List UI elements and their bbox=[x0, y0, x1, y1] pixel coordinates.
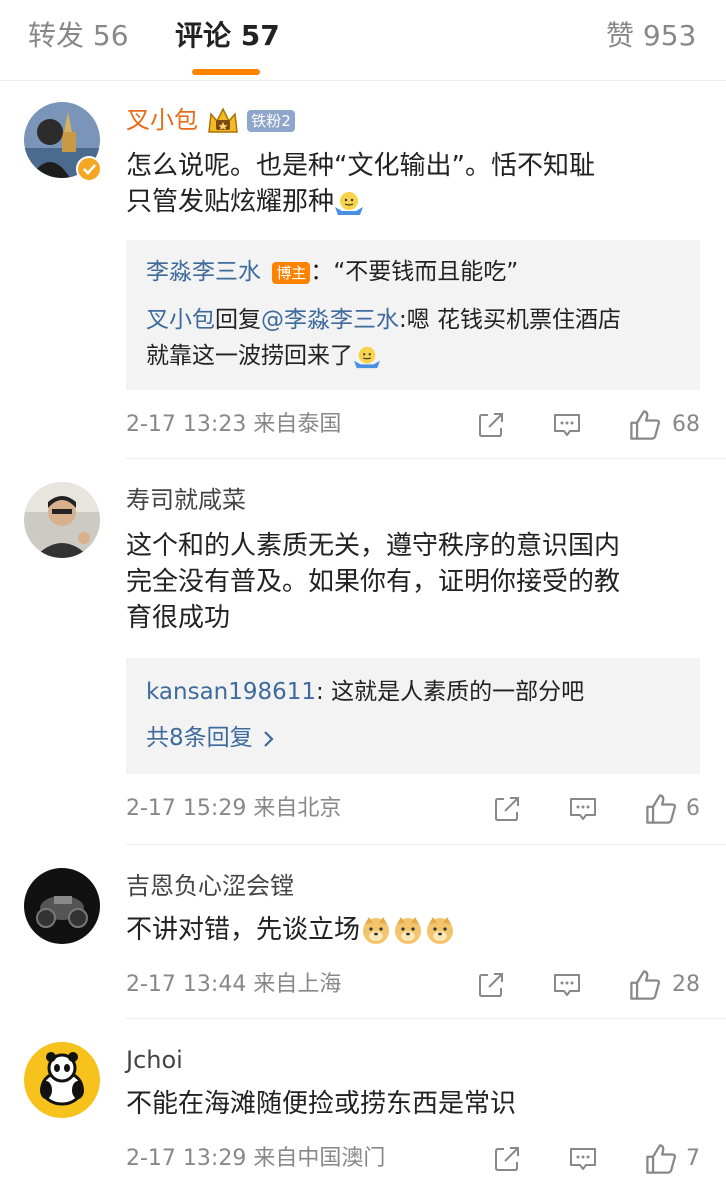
comment-username[interactable]: Jchoi bbox=[126, 1044, 183, 1076]
comment-icon[interactable] bbox=[552, 970, 582, 1000]
like-icon[interactable] bbox=[628, 968, 662, 1002]
comment-username[interactable]: 寿司就咸菜 bbox=[126, 484, 246, 516]
shrug-emoji-icon bbox=[335, 191, 364, 215]
comment-meta: 2-17 15:29 来自北京 bbox=[126, 796, 342, 821]
comment-text-line: 完全没有普及。如果你有，证明你接受的教 bbox=[126, 567, 621, 597]
reply-username[interactable]: 叉小包 bbox=[146, 307, 215, 333]
comment-meta: 2-17 13:29 来自中国澳门 bbox=[126, 1146, 386, 1171]
comment-username[interactable]: 叉小包 铁粉2 bbox=[126, 104, 295, 136]
reply-item: 叉小包回复@李淼李三水:嗯 花钱买机票住酒店 bbox=[146, 304, 621, 336]
comment-divider bbox=[126, 458, 726, 459]
doge-emoji-icon bbox=[363, 916, 454, 944]
author-badge: 博主 bbox=[272, 261, 311, 284]
comment-text-line: 不能在海滩随便捡或捞东西是常识 bbox=[126, 1089, 517, 1119]
like-icon[interactable] bbox=[628, 408, 662, 442]
comment-text-span: 只管发贴炫耀那种 bbox=[126, 187, 335, 217]
like-count: 28 bbox=[672, 972, 700, 997]
reply-connector: 回复 bbox=[215, 307, 261, 333]
tab-comments[interactable]: 评论 57 bbox=[175, 16, 280, 56]
comment-text: 这个和的人素质无关，遵守秩序的意识国内 完全没有普及。如果你有，证明你接受的教 … bbox=[126, 528, 706, 636]
reply-text: ：“不要钱而且能吃” bbox=[310, 259, 519, 285]
reply-item-continued: 就靠这一波捞回来了 bbox=[146, 340, 381, 372]
share-icon[interactable] bbox=[476, 970, 506, 1000]
username-text[interactable]: 叉小包 bbox=[126, 106, 198, 134]
comment-divider bbox=[126, 844, 726, 845]
comment-text: 不能在海滩随便捡或捞东西是常识 bbox=[126, 1086, 706, 1122]
avatar[interactable] bbox=[24, 482, 100, 558]
comment-icon[interactable] bbox=[568, 794, 598, 824]
comment-text-line: 只管发贴炫耀那种 bbox=[126, 184, 706, 220]
like-icon[interactable] bbox=[644, 1142, 678, 1176]
more-replies-link[interactable]: 共8条回复 bbox=[146, 722, 278, 754]
reply-text: 就靠这一波捞回来了 bbox=[146, 343, 353, 369]
comment-divider bbox=[126, 1018, 726, 1019]
reply-username[interactable]: kansan198611 bbox=[146, 679, 316, 705]
verified-icon bbox=[76, 156, 102, 182]
comment-icon[interactable] bbox=[568, 1144, 598, 1174]
comment-text: 不讲对错，先谈立场 bbox=[126, 912, 706, 948]
comment-text-line: 不讲对错，先谈立场 bbox=[126, 912, 706, 948]
reply-preview[interactable]: 李淼李三水 博主 ：“不要钱而且能吃” 叉小包回复@李淼李三水:嗯 花钱买机票住酒… bbox=[126, 240, 700, 390]
reply-item: 李淼李三水 博主 ：“不要钱而且能吃” bbox=[146, 256, 518, 288]
comment-text-line: 这个和的人素质无关，遵守秩序的意识国内 bbox=[126, 531, 621, 561]
comment-meta: 2-17 13:23 来自泰国 bbox=[126, 412, 342, 437]
like-count: 68 bbox=[672, 412, 700, 437]
like-count: 6 bbox=[686, 796, 700, 821]
comment-text: 怎么说呢。也是种“文化输出”。恬不知耻 只管发贴炫耀那种 bbox=[126, 148, 706, 220]
active-tab-indicator bbox=[192, 69, 260, 75]
comment-text-line: 怎么说呢。也是种“文化输出”。恬不知耻 bbox=[126, 151, 595, 181]
shrug-emoji-icon bbox=[354, 346, 380, 368]
share-icon[interactable] bbox=[492, 794, 522, 824]
avatar[interactable] bbox=[24, 868, 100, 944]
comment-tabs: 转发 56 评论 57 赞 953 bbox=[0, 0, 726, 81]
crown-icon bbox=[207, 107, 238, 133]
more-replies-label[interactable]: 共8条回复 bbox=[146, 725, 253, 751]
share-icon[interactable] bbox=[476, 410, 506, 440]
reply-text: :嗯 花钱买机票住酒店 bbox=[399, 307, 622, 333]
reply-mention[interactable]: @李淼李三水 bbox=[261, 307, 399, 333]
comment-text-span: 不讲对错，先谈立场 bbox=[126, 915, 361, 945]
fan-badge: 铁粉2 bbox=[247, 110, 295, 132]
reply-username[interactable]: 李淼李三水 bbox=[146, 259, 261, 285]
tab-reposts[interactable]: 转发 56 bbox=[28, 16, 129, 56]
reply-item: kansan198611: 这就是人素质的一部分吧 bbox=[146, 676, 584, 708]
like-count: 7 bbox=[686, 1146, 700, 1171]
avatar[interactable] bbox=[24, 1042, 100, 1118]
comment-text-line: 育很成功 bbox=[126, 603, 231, 633]
comment-icon[interactable] bbox=[552, 410, 582, 440]
reply-preview[interactable]: kansan198611: 这就是人素质的一部分吧 共8条回复 bbox=[126, 658, 700, 774]
chevron-right-icon bbox=[264, 730, 274, 747]
comment-meta: 2-17 13:44 来自上海 bbox=[126, 972, 342, 997]
comment-username[interactable]: 吉恩负心涩会镗 bbox=[126, 870, 294, 902]
like-icon[interactable] bbox=[644, 792, 678, 826]
tab-likes[interactable]: 赞 953 bbox=[606, 16, 696, 56]
share-icon[interactable] bbox=[492, 1144, 522, 1174]
reply-text: : 这就是人素质的一部分吧 bbox=[316, 679, 585, 705]
